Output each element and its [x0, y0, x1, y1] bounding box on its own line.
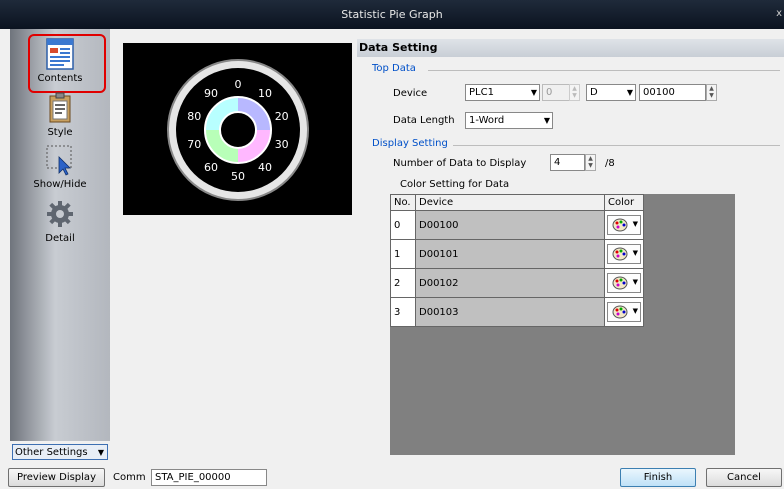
table-row: 1 D00101 ▼	[390, 239, 644, 269]
sidebar-item-label: Style	[47, 127, 73, 138]
scale-label: 0	[235, 78, 242, 91]
num-data-spinner[interactable]: ▲ ▼	[585, 154, 596, 171]
row-device[interactable]: D00102	[415, 268, 605, 298]
address-input[interactable]: 00100	[639, 84, 706, 101]
color-picker-button[interactable]: ▼	[607, 273, 641, 293]
color-setting-label: Color Setting for Data	[400, 179, 510, 190]
scale-label: 30	[275, 138, 289, 151]
row-device[interactable]: D00103	[415, 297, 605, 327]
detail-icon	[43, 197, 77, 231]
sidebar: Contents Style Show/Hide Detail	[10, 29, 110, 441]
chevron-down-icon: ▼	[543, 116, 550, 125]
chevron-down-icon: ▼	[530, 88, 537, 97]
station-value: 0	[546, 87, 553, 98]
sidebar-item-style[interactable]: Style	[10, 91, 110, 138]
cancel-button[interactable]: Cancel	[706, 468, 782, 487]
sidebar-item-label: Contents	[37, 73, 83, 84]
chevron-down-icon: ▼	[632, 220, 638, 228]
device-type-select[interactable]: D ▼	[586, 84, 636, 101]
table-row: 2 D00102 ▼	[390, 268, 644, 298]
section-divider	[428, 70, 780, 71]
data-length-value: 1-Word	[469, 115, 505, 126]
color-picker-button[interactable]: ▼	[607, 215, 641, 235]
sidebar-item-show-hide[interactable]: Show/Hide	[10, 143, 110, 190]
row-number: 3	[390, 297, 416, 327]
comm-label: Comm	[113, 472, 146, 483]
chevron-down-icon: ▼	[632, 307, 638, 315]
scale-label: 90	[204, 87, 218, 100]
scale-label: 40	[258, 161, 272, 174]
sidebar-item-label: Show/Hide	[33, 179, 87, 190]
palette-icon	[612, 218, 628, 232]
color-setting-table: No. Device Color 0 D00100 ▼ 1 D00101 ▼ 2…	[390, 194, 735, 455]
table-row: 3 D00103 ▼	[390, 297, 644, 327]
data-setting-header: Data Setting	[357, 39, 784, 57]
address-spinner[interactable]: ▲ ▼	[706, 84, 717, 101]
contents-icon	[43, 37, 77, 71]
scale-label: 50	[231, 170, 245, 183]
finish-button[interactable]: Finish	[620, 468, 696, 487]
address-value: 00100	[643, 87, 675, 98]
column-header-device: Device	[415, 194, 605, 211]
chevron-down-icon: ▼	[626, 88, 633, 97]
close-icon[interactable]: x	[776, 8, 782, 19]
graph-preview: 0 10 20 30 40 50 60 70 80 90	[123, 43, 352, 215]
scale-label: 10	[258, 87, 272, 100]
num-data-input[interactable]: 4	[550, 154, 585, 171]
other-settings-dropdown[interactable]: Other Settings ▼	[12, 444, 108, 460]
table-row: 0 D00100 ▼	[390, 210, 644, 240]
sidebar-item-contents[interactable]: Contents	[10, 37, 110, 84]
color-picker-button[interactable]: ▼	[607, 244, 641, 264]
row-device[interactable]: D00101	[415, 239, 605, 269]
chevron-down-icon: ▼	[632, 278, 638, 286]
plc-select[interactable]: PLC1 ▼	[465, 84, 540, 101]
comm-input[interactable]: STA_PIE_00000	[151, 469, 267, 486]
column-header-color: Color	[604, 194, 644, 211]
data-length-label: Data Length	[393, 115, 455, 126]
row-number: 0	[390, 210, 416, 240]
show-hide-icon	[43, 143, 77, 177]
row-number: 2	[390, 268, 416, 298]
row-device[interactable]: D00100	[415, 210, 605, 240]
num-data-max: /8	[605, 158, 615, 169]
palette-icon	[612, 247, 628, 261]
palette-icon	[612, 305, 628, 319]
station-field: 0	[542, 84, 570, 101]
table-header-row: No. Device Color	[390, 194, 644, 211]
style-icon	[43, 91, 77, 125]
data-length-select[interactable]: 1-Word ▼	[465, 112, 553, 129]
device-type-value: D	[590, 87, 598, 98]
device-label: Device	[393, 88, 428, 99]
palette-icon	[612, 276, 628, 290]
sidebar-item-label: Detail	[45, 233, 75, 244]
chevron-down-icon: ▼	[632, 249, 638, 257]
row-number: 1	[390, 239, 416, 269]
plc-value: PLC1	[469, 87, 494, 98]
station-spinner: ▲ ▼	[569, 84, 580, 101]
chevron-down-icon: ▼	[97, 447, 104, 457]
pie-graph-preview: 0 1020 3040 50 6070 8090	[167, 59, 309, 201]
preview-display-button[interactable]: Preview Display	[8, 468, 105, 487]
sidebar-item-detail[interactable]: Detail	[10, 197, 110, 244]
scale-label: 20	[275, 110, 289, 123]
color-picker-button[interactable]: ▼	[607, 302, 641, 322]
scale-label: 60	[204, 161, 218, 174]
scale-label: 80	[187, 110, 201, 123]
num-data-label: Number of Data to Display	[393, 158, 527, 169]
top-data-section-label: Top Data	[372, 63, 416, 74]
num-data-value: 4	[554, 157, 561, 168]
bottom-bar: Preview Display Comm STA_PIE_00000 Finis…	[0, 466, 784, 489]
display-setting-section-label: Display Setting	[372, 138, 448, 149]
section-divider	[453, 145, 780, 146]
window-title: Statistic Pie Graph	[341, 8, 443, 21]
title-bar: Statistic Pie Graph x	[0, 0, 784, 29]
column-header-no: No.	[390, 194, 416, 211]
scale-label: 70	[187, 138, 201, 151]
comm-value: STA_PIE_00000	[155, 472, 231, 483]
other-settings-label: Other Settings	[15, 446, 88, 458]
